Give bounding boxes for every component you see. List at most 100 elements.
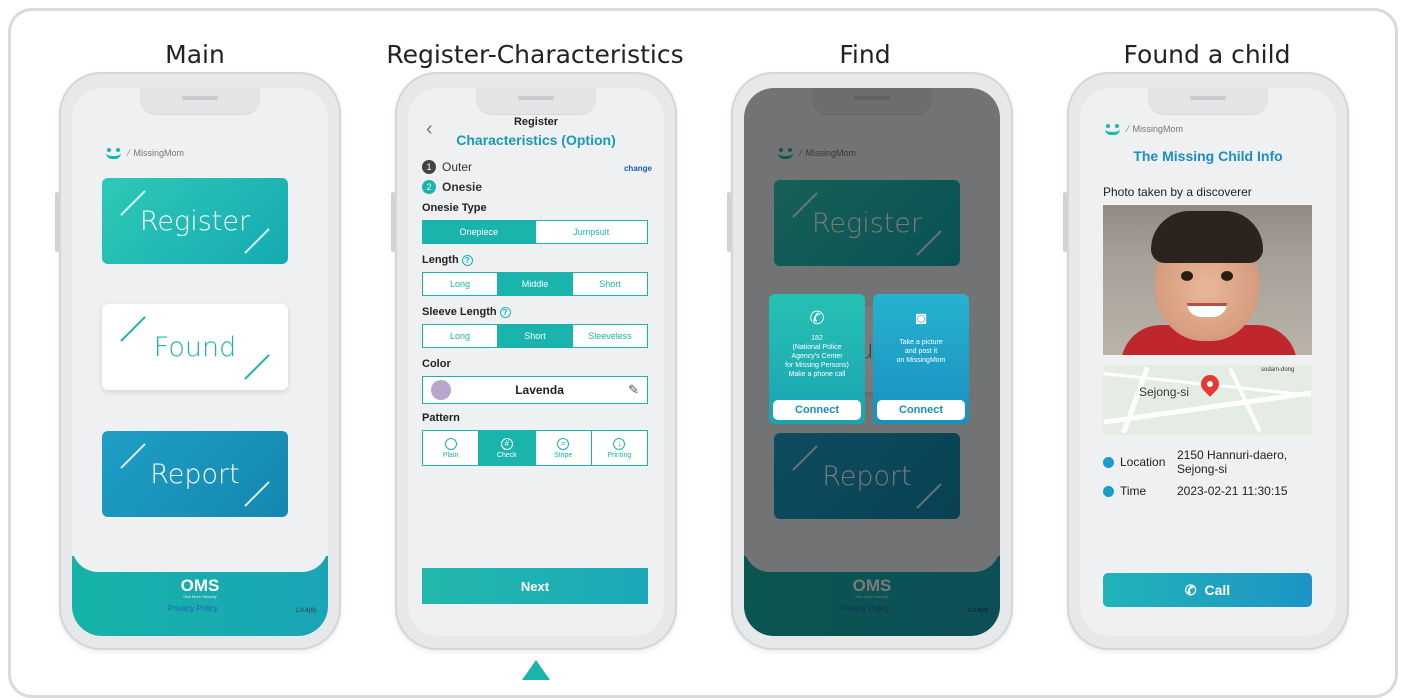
phone-notch <box>140 88 260 114</box>
help-icon[interactable]: ? <box>461 255 473 266</box>
pattern-label-plain: Plain <box>442 451 459 459</box>
logo-text: MissingMom <box>1132 124 1184 134</box>
pointer-arrow-icon <box>522 660 550 680</box>
child-photo <box>1103 205 1312 355</box>
option-sleeveless[interactable]: Sleeveless <box>573 325 647 347</box>
option-short[interactable]: Short <box>573 273 647 295</box>
app-logo: ⁄MissingMom <box>104 148 185 159</box>
color-selector[interactable]: Lavenda ✎ <box>422 376 648 404</box>
phone-find: ⁄MissingMom Register Found Report OMS On… <box>727 72 1013 650</box>
location-map[interactable]: Sejong-si sodam-dong <box>1103 365 1312 435</box>
picture-card-text: Take a picture and post it on MissingMom <box>873 338 969 365</box>
pattern-label-stripe: Stripe <box>553 451 573 459</box>
main-screen: ⁄ MissingMom Register Found Report OMS On… <box>72 88 328 636</box>
found-card-button[interactable]: Found <box>102 304 288 390</box>
app-logo: ⁄MissingMom <box>1103 124 1184 135</box>
step-label: Outer <box>442 160 473 174</box>
option-jumpsuit[interactable]: Jumpsuit <box>536 221 648 243</box>
call-number: 182 <box>811 335 823 342</box>
phone-icon: ✆ <box>809 308 825 328</box>
phone-icon: ✆ <box>1184 581 1197 598</box>
pattern-plain[interactable]: Plain <box>423 431 480 465</box>
time-row: Time 2023-02-21 11:30:15 <box>1103 484 1288 498</box>
map-pin-icon <box>1197 371 1223 397</box>
edit-icon[interactable]: ✎ <box>628 382 639 398</box>
register-screen: ‹ Register Characteristics (Option) 1 Ou… <box>408 88 664 636</box>
app-version: 1.0.4(9) <box>295 608 316 614</box>
pattern-check[interactable]: # Check <box>479 431 536 465</box>
picture-line: Take a picture <box>899 339 943 346</box>
sleeve-length-label: Sleeve Length? <box>422 306 511 318</box>
stripe-icon: = <box>557 437 570 450</box>
clock-icon <box>1103 485 1114 497</box>
plain-icon <box>444 437 457 450</box>
panel-title-main: Main <box>165 40 225 69</box>
privacy-policy-link[interactable]: Privacy Policy <box>168 604 218 613</box>
panel-title-register: Register-Characteristics <box>386 40 684 69</box>
logo-text: MissingMom <box>133 148 185 158</box>
app-footer: OMS One More Security Privacy Policy 1.0… <box>72 526 328 636</box>
next-button[interactable]: Next <box>422 568 648 604</box>
report-card-button[interactable]: Report <box>102 431 288 517</box>
call-card: ✆ 182 (National Police Agency's Center f… <box>769 294 865 424</box>
time-label: Time <box>1120 484 1147 498</box>
oms-subtitle: One More Security <box>183 594 217 599</box>
option-sleeve-long[interactable]: Long <box>423 325 498 347</box>
call-button-label: Call <box>1204 582 1231 598</box>
option-onepiece[interactable]: Onepiece <box>423 221 536 243</box>
picture-card: ◙ Take a picture and post it on MissingM… <box>873 294 969 424</box>
register-title: Characteristics (Option) <box>456 132 616 148</box>
find-screen: ⁄MissingMom Register Found Report OMS On… <box>744 88 1000 636</box>
sleeve-label-text: Sleeve Length <box>422 306 497 318</box>
report-card-label: Report <box>150 458 240 490</box>
picture-line: on MissingMom <box>896 357 946 364</box>
register-card-label: Register <box>139 205 251 237</box>
smile-logo-icon <box>104 148 124 159</box>
onesie-type-label: Onesie Type <box>422 202 487 214</box>
location-pin-icon <box>1103 456 1114 468</box>
onesie-type-selector: Onepiece Jumpsuit <box>422 220 648 244</box>
call-line: (National Police <box>792 344 842 351</box>
printing-icon: ↓ <box>613 437 626 450</box>
option-middle[interactable]: Middle <box>498 273 573 295</box>
color-swatch <box>431 380 451 400</box>
phone-register: ‹ Register Characteristics (Option) 1 Ou… <box>391 72 677 650</box>
pattern-label-printing: Printing <box>607 451 632 459</box>
option-sleeve-short[interactable]: Short <box>498 325 573 347</box>
photo-caption: Photo taken by a discoverer <box>1103 185 1252 199</box>
color-label: Color <box>422 358 451 370</box>
location-value: 2150 Hannuri-daero, <box>1177 448 1288 462</box>
found-screen: ⁄ MissingMom The Missing Child Info Photo… <box>1080 88 1336 636</box>
register-card-button[interactable]: Register <box>102 178 288 264</box>
call-button[interactable]: ✆ Call <box>1103 573 1312 607</box>
panel-title-found: Found a child <box>1123 40 1291 69</box>
location-value: Sejong-si <box>1177 462 1228 476</box>
step-label: Onesie <box>442 180 483 194</box>
smile-logo-icon <box>1103 124 1123 135</box>
length-label-text: Length <box>422 254 459 266</box>
check-grid-icon: # <box>500 437 513 450</box>
phone-notch <box>1148 88 1268 114</box>
picture-line: and post it <box>904 348 938 355</box>
step-onesie: 2 Onesie <box>422 180 482 194</box>
camera-icon: ◙ <box>915 308 927 328</box>
location-label: Location <box>1120 455 1166 469</box>
pattern-stripe[interactable]: = Stripe <box>536 431 592 465</box>
change-link[interactable]: change <box>624 164 652 173</box>
length-selector: Long Middle Short <box>422 272 648 296</box>
found-title: The Missing Child Info <box>1133 148 1283 164</box>
pattern-label-check: Check <box>496 451 517 459</box>
map-area-label: sodam-dong <box>1261 367 1295 373</box>
help-icon[interactable]: ? <box>499 307 511 318</box>
time-value: 2023-02-21 11:30:15 <box>1177 484 1288 498</box>
found-card-label: Found <box>153 331 237 363</box>
call-line: for Missing Persons) <box>785 362 849 369</box>
connect-call-button[interactable]: Connect <box>773 400 861 420</box>
call-line: Make a phone call <box>788 371 846 378</box>
panel-title-find: Find <box>839 40 891 69</box>
connect-picture-button[interactable]: Connect <box>877 400 965 420</box>
pattern-printing[interactable]: ↓ Printing <box>592 431 647 465</box>
phone-found: ⁄ MissingMom The Missing Child Info Photo… <box>1063 72 1349 650</box>
option-long[interactable]: Long <box>423 273 498 295</box>
oms-logo: OMS <box>180 576 220 595</box>
